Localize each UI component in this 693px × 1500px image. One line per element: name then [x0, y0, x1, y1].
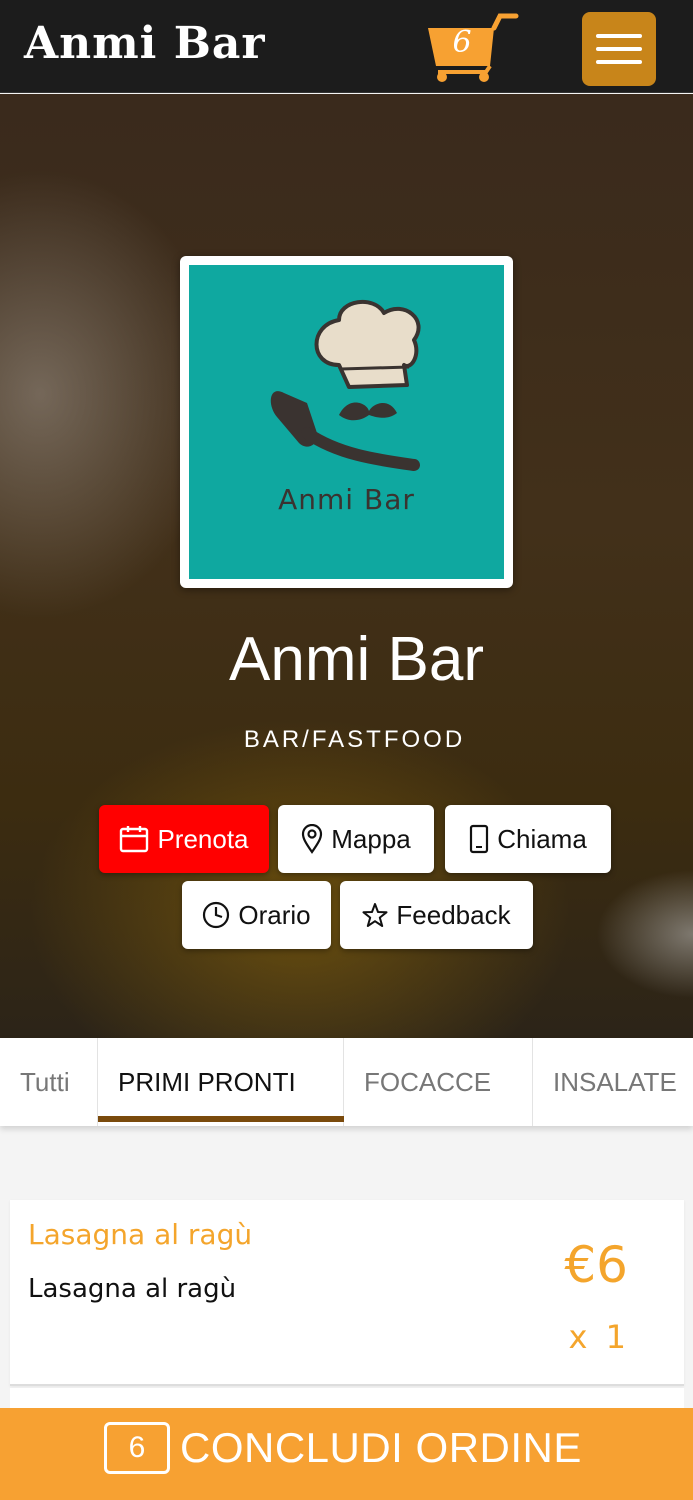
chiama-label: Chiama — [497, 823, 587, 854]
orario-label: Orario — [238, 899, 311, 930]
restaurant-category: BAR/FASTFOOD — [243, 726, 466, 753]
top-bar: Anmi Bar 6 — [0, 0, 693, 93]
item-description: Lasagna al ragù — [28, 1274, 237, 1304]
checkout-bar[interactable]: 6 CONCLUDI ORDINE — [0, 1408, 693, 1500]
brand-title[interactable]: Anmi Bar — [24, 18, 266, 69]
star-icon — [362, 903, 388, 927]
logo-text: Anmi Bar — [278, 483, 415, 516]
clock-icon — [203, 901, 230, 929]
item-quantity[interactable]: x 1 — [569, 1318, 630, 1356]
hero-section: Anmi Bar Anmi Bar BAR/FASTFOOD Prenota M… — [0, 94, 693, 1038]
menu-button[interactable] — [582, 12, 656, 86]
tab-tutti[interactable]: Tutti — [0, 1038, 98, 1126]
checkout-button-label: CONCLUDI ORDINE — [180, 1424, 582, 1471]
prenota-button[interactable]: Prenota — [99, 805, 269, 873]
order-count-badge: 6 — [104, 1422, 170, 1474]
mobile-phone-icon — [470, 824, 489, 854]
restaurant-name: Anmi Bar — [229, 625, 484, 694]
tab-insalate[interactable]: INSALATE — [533, 1038, 693, 1126]
tab-primi-pronti[interactable]: PRIMI PRONTI — [98, 1038, 344, 1126]
hamburger-menu-icon — [596, 47, 642, 51]
tab-focacce[interactable]: FOCACCE — [344, 1038, 533, 1126]
feedback-label: Feedback — [396, 899, 511, 930]
item-price: €6 — [564, 1236, 628, 1294]
chef-hat-spatula-icon — [270, 299, 421, 471]
item-name: Lasagna al ragù — [28, 1218, 253, 1251]
logo-background: Anmi Bar — [189, 265, 504, 579]
chiama-button[interactable]: Chiama — [445, 805, 611, 873]
prenota-label: Prenota — [157, 823, 249, 854]
category-tabs: Tutti PRIMI PRONTI FOCACCE INSALATE — [0, 1038, 693, 1126]
calendar-icon — [120, 826, 149, 853]
list-item[interactable]: Lasagna al ragù Lasagna al ragù €6 x 1 — [10, 1200, 684, 1386]
cart-button[interactable]: 6 — [424, 10, 520, 84]
map-pin-icon — [302, 824, 323, 854]
mappa-label: Mappa — [331, 823, 411, 854]
hamburger-menu-icon — [596, 60, 642, 64]
feedback-button[interactable]: Feedback — [340, 881, 533, 949]
orario-button[interactable]: Orario — [182, 881, 331, 949]
active-tab-indicator — [98, 1116, 344, 1122]
cart-count-badge: 6 — [452, 25, 472, 60]
mappa-button[interactable]: Mappa — [278, 805, 434, 873]
restaurant-logo: Anmi Bar — [180, 256, 513, 588]
hamburger-menu-icon — [596, 34, 642, 38]
